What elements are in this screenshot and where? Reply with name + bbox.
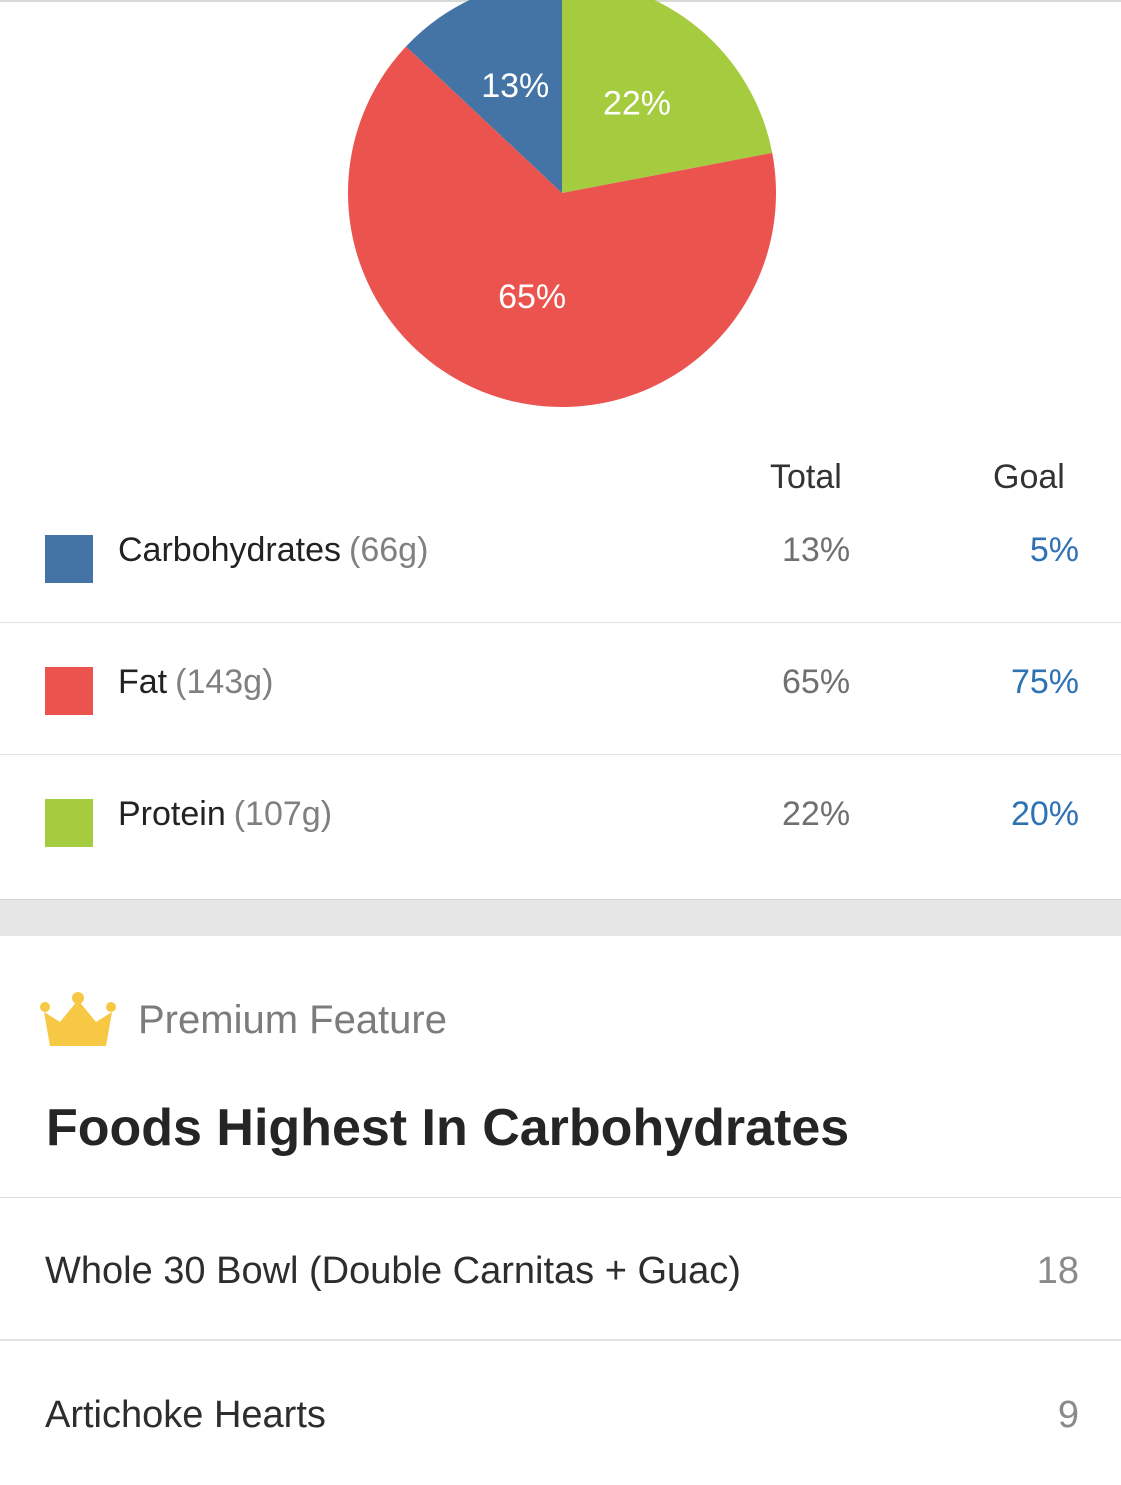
macro-label: Carbohydrates (66g) [118,531,428,570]
macro-name: Carbohydrates [118,531,342,569]
macro-row-fat[interactable]: Fat (143g) 65% 75% [0,623,1121,755]
macro-total: 13% [782,531,851,569]
pie-label-protein: 22% [603,84,671,122]
macro-row-protein[interactable]: Protein (107g) 22% 20% [0,755,1121,887]
macro-goal[interactable]: 20% [1011,795,1079,834]
food-list-item[interactable]: Whole 30 Bowl (Double Carnitas + Guac) 1… [0,1198,1121,1341]
food-name: Artichoke Hearts [45,1394,326,1436]
macro-total: 65% [782,663,851,701]
food-carb-value: 9 [1057,1394,1079,1436]
pie-label-fat: 65% [498,278,566,316]
macro-goal[interactable]: 75% [1011,663,1079,702]
food-carb-value: 18 [1036,1250,1079,1292]
crown-icon [40,992,116,1046]
macro-label: Protein (107g) [118,795,332,834]
macro-name: Protein [118,795,226,833]
macro-grams: (66g) [349,531,429,569]
macro-goal[interactable]: 5% [1030,531,1079,570]
protein-color-swatch [45,799,93,847]
section-separator [0,899,1121,936]
pie-label-carbohydrates: 13% [481,67,549,105]
food-name: Whole 30 Bowl (Double Carnitas + Guac) [45,1250,741,1292]
macro-grams: (143g) [175,663,274,701]
food-list-item[interactable]: Artichoke Hearts 9 [0,1342,1121,1485]
foods-section-title: Foods Highest In Carbohydrates [46,1099,850,1157]
premium-feature-label: Premium Feature [138,998,447,1042]
macro-label: Fat (143g) [118,663,273,702]
fat-color-swatch [45,667,93,715]
macro-row-carbohydrates[interactable]: Carbohydrates (66g) 13% 5% [0,491,1121,623]
macro-grams: (107g) [233,795,333,833]
macro-name: Fat [118,663,168,701]
carbohydrates-color-swatch [45,535,93,583]
macro-pie-chart: 22% 65% 13% [347,0,776,407]
macro-total: 22% [782,795,851,833]
